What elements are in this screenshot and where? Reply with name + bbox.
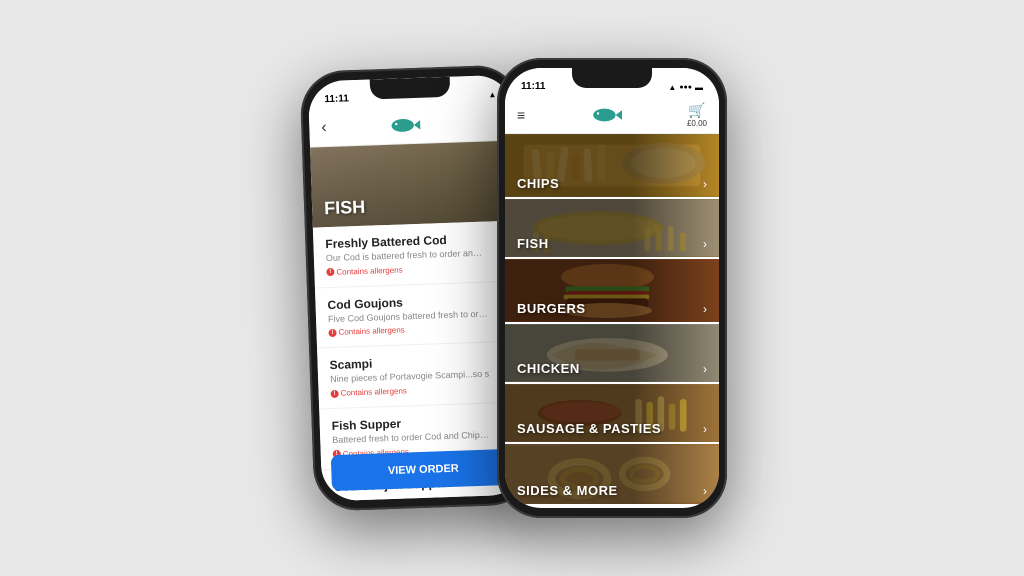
category-row-burgers[interactable]: BURGERS › xyxy=(505,259,719,324)
right-status-time: 11:11 xyxy=(521,81,545,92)
fish-label-row: FISH › xyxy=(505,230,719,257)
chips-label-row: CHIPS › xyxy=(505,170,719,197)
sausage-label-row: SAUSAGE & PASTIES › xyxy=(505,415,719,442)
phones-container: 11:11 ▲ ‹ FISH xyxy=(287,58,737,518)
chicken-label-row: CHICKEN › xyxy=(505,355,719,382)
allergen-dot-0: ! xyxy=(326,268,334,276)
category-row-chicken[interactable]: CHICKEN › xyxy=(505,324,719,384)
cart-button[interactable]: 🛒 £0.00 xyxy=(687,102,707,128)
view-order-button[interactable]: VIEW ORDER xyxy=(331,449,516,491)
burgers-label: BURGERS xyxy=(517,301,586,316)
category-row-sausage[interactable]: SAUSAGE & PASTIES › xyxy=(505,384,719,444)
chicken-chevron: › xyxy=(703,362,707,376)
chips-label: CHIPS xyxy=(517,176,559,191)
left-notch xyxy=(370,77,451,100)
category-row-chips[interactable]: CHIPS › xyxy=(505,134,719,199)
signal-icon-right: ●●● xyxy=(679,84,692,91)
sides-label-row: SIDES & MORE › xyxy=(505,477,719,504)
right-notch xyxy=(572,68,652,88)
right-phone: 11:11 ▲ ●●● ▬ ≡ 🛒 £0.00 xyxy=(497,58,727,518)
sausage-chevron: › xyxy=(703,422,707,436)
left-status-icons: ▲ xyxy=(488,90,496,99)
chips-chevron: › xyxy=(703,177,707,191)
left-status-time: 11:11 xyxy=(324,93,349,105)
right-app-header: ≡ 🛒 £0.00 xyxy=(505,96,719,134)
fish-label: FISH xyxy=(517,236,549,251)
fish-chevron: › xyxy=(703,237,707,251)
fish-logo-right xyxy=(590,105,622,125)
sides-chevron: › xyxy=(703,484,707,498)
category-row-fish[interactable]: FISH › xyxy=(505,199,719,259)
left-phone-screen: 11:11 ▲ ‹ FISH xyxy=(308,75,527,502)
allergen-dot-1: ! xyxy=(328,329,336,337)
battery-icon: ▬ xyxy=(695,83,703,92)
chicken-label: CHICKEN xyxy=(517,361,580,376)
category-hero-fish: FISH xyxy=(310,141,517,228)
wifi-icon: ▲ xyxy=(668,83,676,92)
right-status-icons: ▲ ●●● ▬ xyxy=(668,83,703,92)
category-row-sides[interactable]: SIDES & MORE › xyxy=(505,444,719,504)
fish-logo-left xyxy=(388,114,421,135)
burgers-chevron: › xyxy=(703,302,707,316)
burgers-label-row: BURGERS › xyxy=(505,295,719,322)
menu-item-1[interactable]: Cod Goujons Five Cod Goujons battered fr… xyxy=(315,281,521,349)
cart-icon: 🛒 xyxy=(687,102,707,119)
category-title-fish: FISH xyxy=(324,197,366,219)
sides-label: SIDES & MORE xyxy=(517,483,618,498)
cart-total: £0.00 xyxy=(687,119,707,128)
sausage-label: SAUSAGE & PASTIES xyxy=(517,421,661,436)
allergen-dot-2: ! xyxy=(330,389,338,397)
menu-item-2[interactable]: Scampi Nine pieces of Portavogie Scampi.… xyxy=(317,342,523,410)
right-phone-screen: 11:11 ▲ ●●● ▬ ≡ 🛒 £0.00 xyxy=(505,68,719,508)
category-screen: CHIPS › xyxy=(505,134,719,508)
signal-icon: ▲ xyxy=(488,90,496,99)
menu-item-0[interactable]: Freshly Battered Cod Our Cod is battered… xyxy=(313,220,519,288)
hamburger-menu-button[interactable]: ≡ xyxy=(517,107,525,123)
back-button[interactable]: ‹ xyxy=(321,119,327,137)
